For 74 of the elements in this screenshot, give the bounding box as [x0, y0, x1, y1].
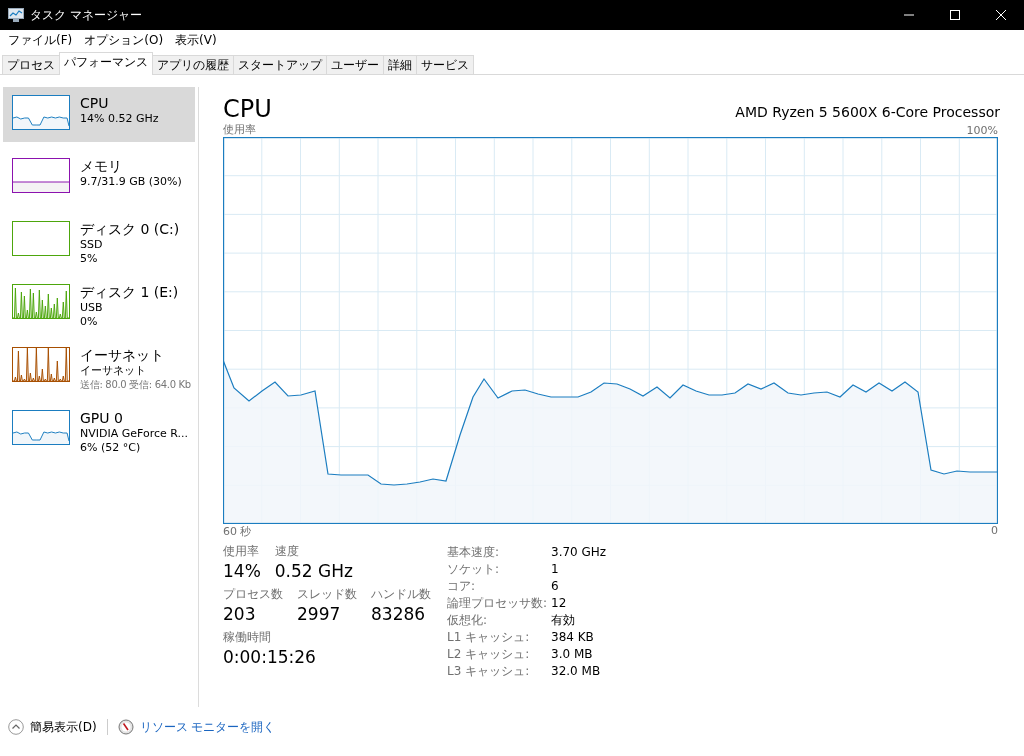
device-detail: USB — [80, 301, 104, 315]
spec-label: コア: — [447, 578, 477, 595]
spec-label: 仮想化: — [447, 612, 489, 629]
stat-value: 0.52 GHz — [274, 560, 353, 583]
axis-label: 使用率 — [223, 122, 256, 137]
device-item[interactable]: メモリ 9.7/31.9 GB (30%) — [3, 150, 195, 205]
spec-value: 3.0 MB — [551, 646, 594, 663]
resource-monitor-link[interactable]: リソース モニターを開く — [139, 718, 276, 736]
device-item[interactable]: ディスク 0 (C:) SSD 5% — [3, 213, 195, 268]
spec-label: 論理プロセッサ数: — [447, 595, 549, 612]
device-item[interactable]: イーサネット イーサネット 送信: 80.0 受信: 64.0 Kb — [3, 339, 195, 394]
menu-item[interactable]: オプション(O) — [78, 31, 170, 49]
device-detail: 5% — [80, 252, 99, 266]
device-item[interactable]: ディスク 1 (E:) USB 0% — [3, 276, 195, 331]
stat-label: 稼働時間 — [223, 630, 272, 645]
device-name: ディスク 0 (C:) — [80, 220, 180, 238]
tab[interactable]: アプリの履歴 — [152, 55, 234, 74]
stat-value: 14% — [223, 560, 261, 583]
axis-label: 60 秒 — [223, 524, 252, 538]
spec-value: 6 — [551, 578, 560, 595]
stat-value: 0:00:15:26 — [223, 646, 316, 669]
device-detail: 送信: 80.0 受信: 64.0 Kb — [80, 378, 191, 392]
tab[interactable]: 詳細 — [383, 55, 417, 74]
device-name: イーサネット — [80, 346, 165, 364]
tab[interactable]: ユーザー — [326, 55, 384, 74]
fewer-details-button[interactable]: 簡易表示(D) — [30, 718, 97, 736]
tab[interactable]: プロセス — [2, 55, 60, 74]
axis-label: 0 — [991, 524, 998, 538]
device-name: CPU — [80, 94, 110, 112]
device-detail: NVIDIA GeForce R... — [80, 427, 189, 441]
device-detail: 6% (52 °C) — [80, 441, 142, 455]
stat-label: 速度 — [274, 544, 300, 559]
spec-value: 32.0 MB — [551, 663, 602, 680]
device-detail: SSD — [80, 238, 104, 252]
spec-label: ソケット: — [447, 561, 501, 578]
window-title: タスク マネージャー — [30, 6, 143, 24]
device-detail: イーサネット — [80, 364, 147, 378]
device-name: ディスク 1 (E:) — [80, 283, 179, 301]
close-icon[interactable] — [995, 9, 1007, 21]
spec-value: 有効 — [551, 612, 576, 629]
tab[interactable]: パフォーマンス — [59, 52, 153, 75]
panel-title: CPU — [223, 95, 272, 123]
device-detail: 9.7/31.9 GB (30%) — [80, 175, 182, 189]
tab[interactable]: スタートアップ — [233, 55, 327, 74]
spec-label: L3 キャッシュ: — [447, 663, 531, 680]
stat-label: スレッド数 — [297, 587, 357, 602]
axis-label: 100% — [966, 124, 998, 137]
spec-label: L2 キャッシュ: — [447, 646, 531, 663]
device-detail: 0% — [80, 315, 99, 329]
menu-item[interactable]: 表示(V) — [169, 31, 223, 49]
stat-label: 使用率 — [223, 544, 260, 559]
maximize-icon[interactable] — [949, 9, 961, 21]
stat-value: 83286 — [371, 603, 427, 626]
device-item[interactable]: GPU 0 NVIDIA GeForce R... 6% (52 °C) — [3, 402, 195, 457]
stat-label: ハンドル数 — [371, 587, 431, 602]
spec-value: 384 KB — [551, 629, 595, 646]
collapse-icon[interactable] — [8, 719, 24, 735]
stat-value: 203 — [223, 603, 257, 626]
device-name: GPU 0 — [80, 409, 124, 427]
device-name: メモリ — [80, 157, 123, 175]
device-detail: 14% 0.52 GHz — [80, 112, 159, 126]
spec-label: 基本速度: — [447, 544, 501, 561]
gauge-icon — [117, 719, 134, 735]
spec-value: 12 — [551, 595, 568, 612]
tab[interactable]: サービス — [416, 55, 474, 74]
stat-label: プロセス数 — [223, 587, 283, 602]
spec-value: 1 — [551, 561, 560, 578]
menu-item[interactable]: ファイル(F) — [2, 31, 79, 49]
device-item[interactable]: CPU 14% 0.52 GHz — [3, 87, 195, 142]
spec-label: L1 キャッシュ: — [447, 629, 531, 646]
app-icon — [8, 8, 24, 22]
processor-name: AMD Ryzen 5 5600X 6-Core Processor — [735, 104, 1000, 120]
stat-value: 2997 — [297, 603, 342, 626]
spec-value: 3.70 GHz — [551, 544, 607, 561]
